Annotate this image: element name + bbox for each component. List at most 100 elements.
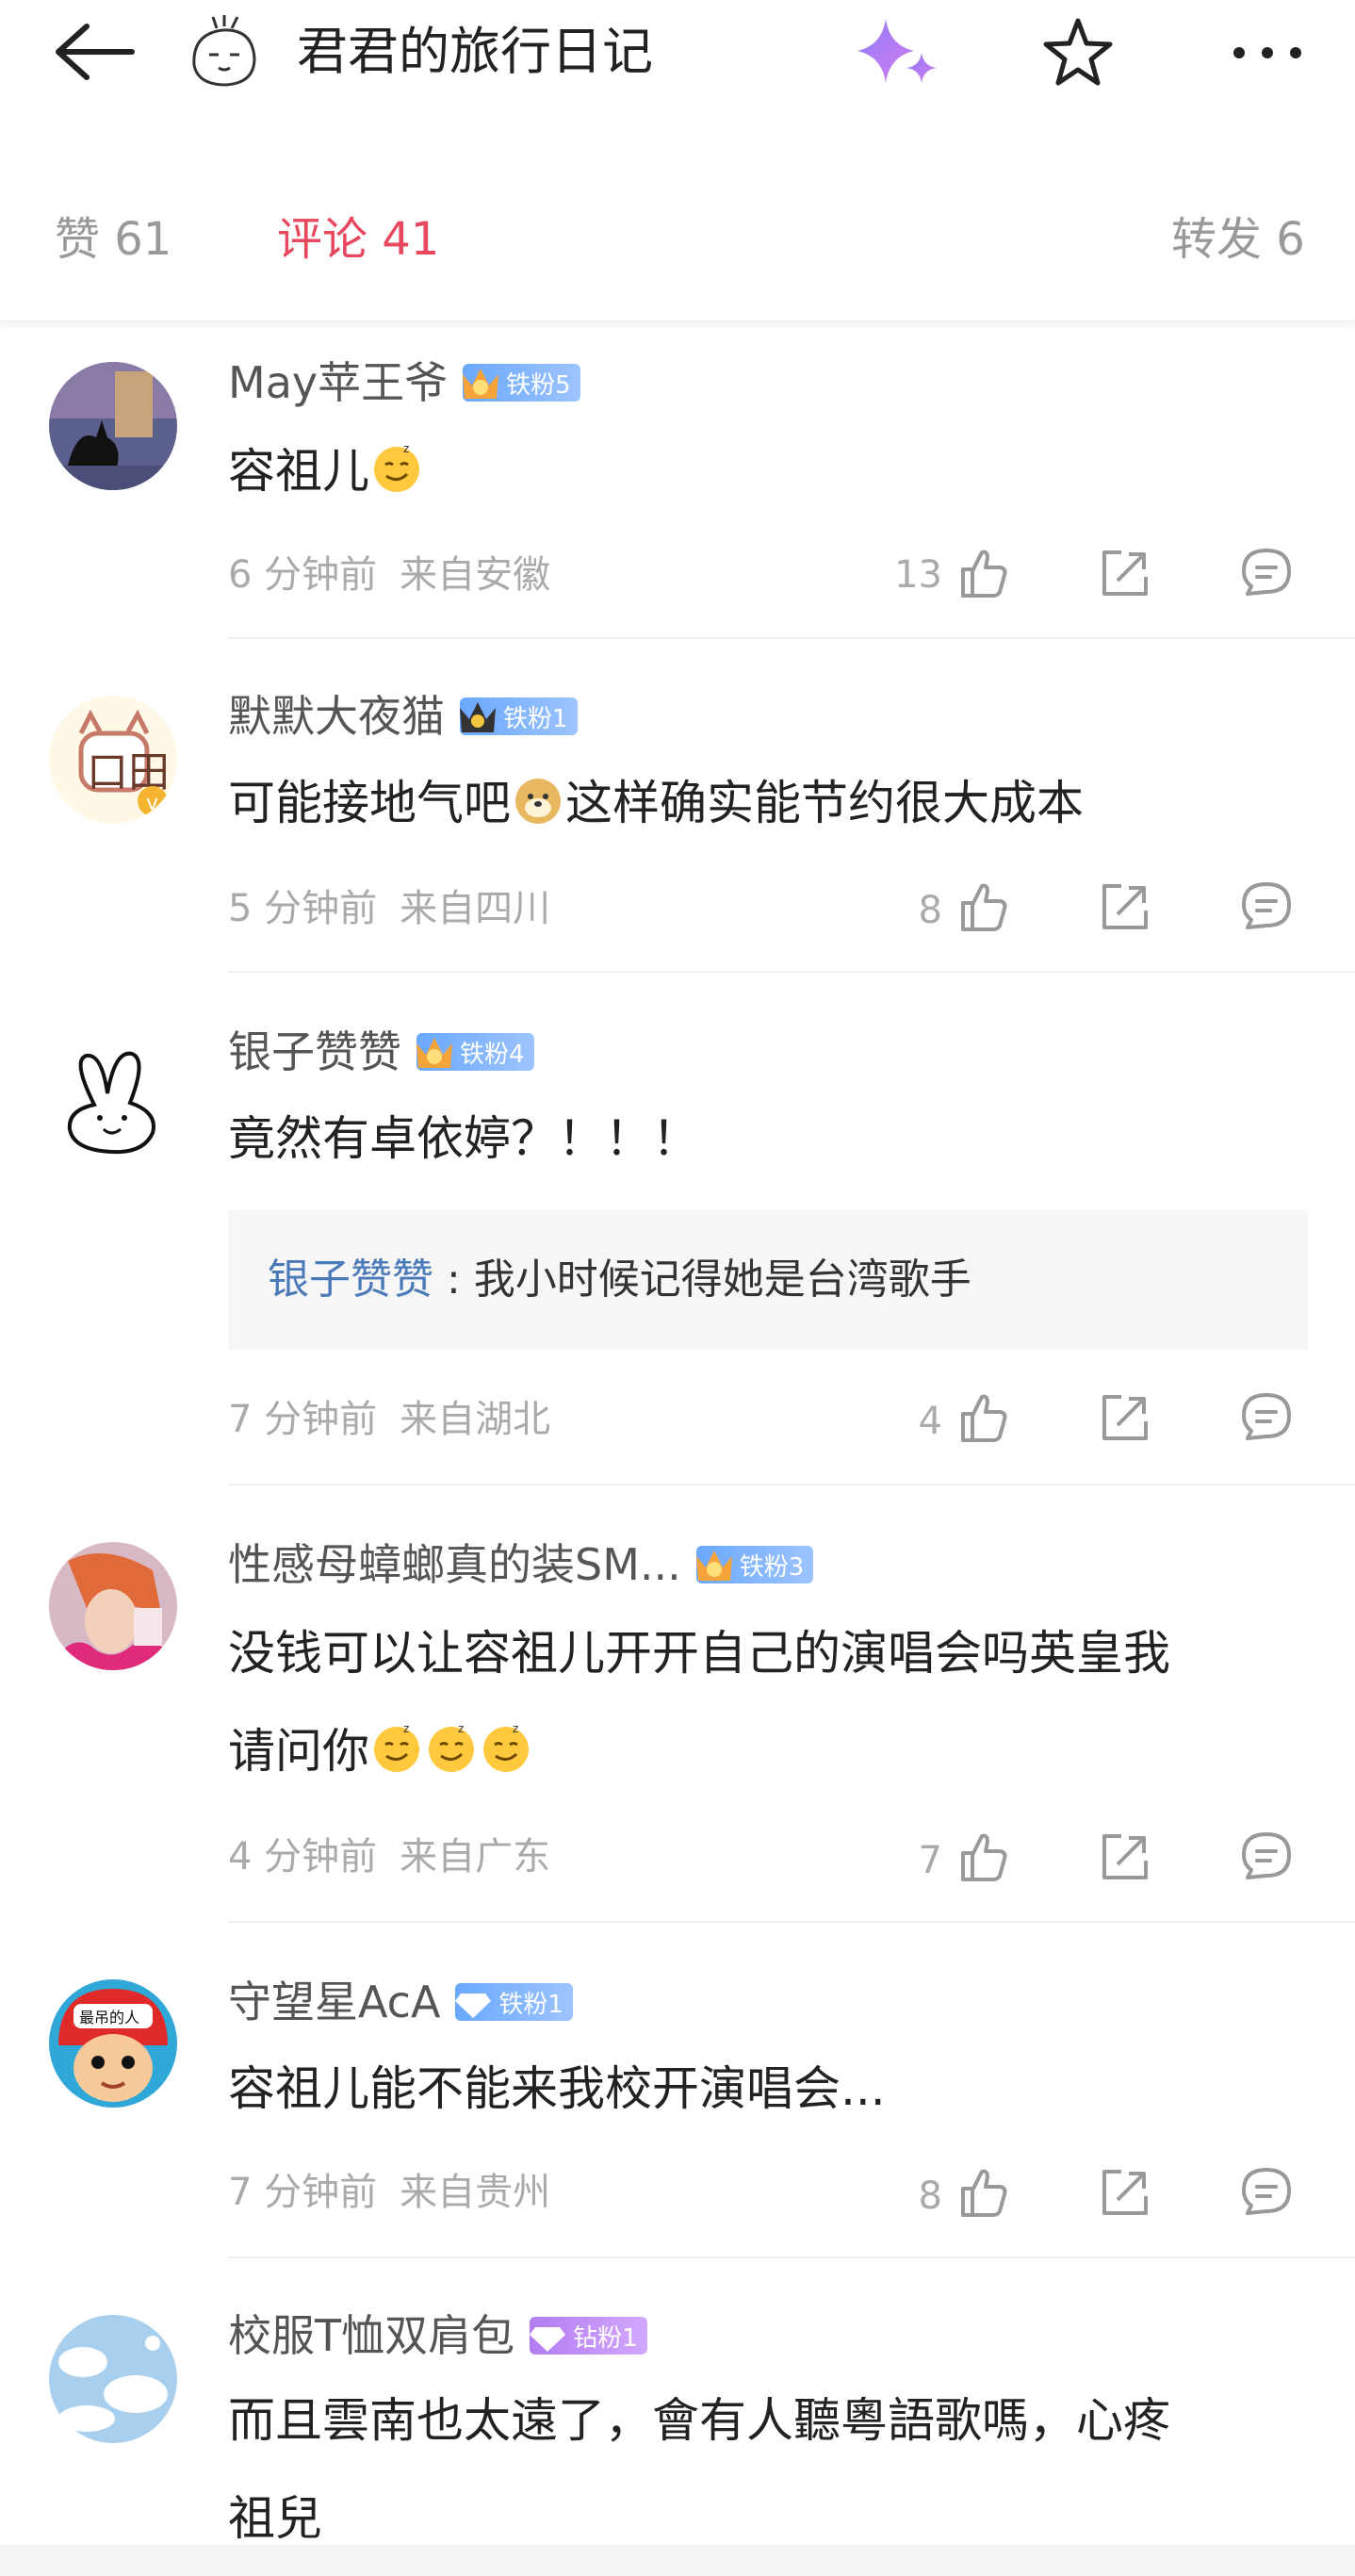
like-count: 7 [918, 1839, 942, 1882]
crown-icon [456, 695, 499, 738]
reply-preview[interactable]: 银子赞赞 : 我小时候记得她是台湾歌手 [228, 1210, 1308, 1350]
badge-label: 铁粉3 [739, 1552, 805, 1582]
avatar[interactable] [49, 1542, 177, 1670]
username[interactable]: 默默大夜猫 [228, 688, 445, 745]
reply-bubble-icon[interactable] [1238, 1389, 1295, 1446]
comment-text: 可能接地气吧 这样确实能节约很大成本 [228, 754, 1312, 852]
name-row: 默默大夜猫 铁粉1 [228, 688, 578, 745]
reply-bubble-icon[interactable] [1238, 878, 1295, 935]
comment-text-content: 这样确实能节约很大成本 [565, 776, 1084, 830]
like-count: 8 [918, 2174, 942, 2218]
tab-reposts[interactable]: 转发 6 [1171, 209, 1305, 270]
reply-bubble-icon[interactable] [1238, 2164, 1295, 2221]
more-icon[interactable] [1225, 28, 1310, 77]
comment-text-content: 容祖儿 [228, 444, 369, 499]
avatar[interactable]: 最吊的人 [49, 1979, 177, 2108]
avatar[interactable] [49, 1031, 177, 1159]
like-count: 4 [918, 1400, 942, 1443]
name-row: 银子赞赞 铁粉4 [228, 1024, 534, 1080]
tab-bar: 赞 61 评论 41 转发 6 [0, 179, 1355, 321]
comment-meta: 5 分钟前 来自四川 [228, 880, 550, 937]
fan-badge[interactable]: 铁粉4 [416, 1033, 534, 1071]
comment-text-line: 没钱可以让容祖儿开开自己的演唱会吗英皇我 [228, 1626, 1170, 1681]
comment-text: 竟然有卓依婷？！！！ [228, 1111, 699, 1166]
location: 来自四川 [400, 887, 551, 930]
comment-text: 容祖儿 [228, 422, 1312, 520]
bottom-bar [0, 2545, 1355, 2576]
tab-comments[interactable]: 评论 41 [277, 209, 439, 270]
share-icon[interactable] [1097, 878, 1153, 935]
badge-label: 铁粉1 [498, 1990, 563, 2019]
username[interactable]: 银子赞赞 [228, 1024, 401, 1080]
fan-badge[interactable]: 钻粉1 [530, 2317, 647, 2354]
badge-label: 钻粉1 [573, 2323, 638, 2353]
badge-label: 铁粉5 [506, 370, 571, 400]
username[interactable]: May苹王爷 [228, 354, 448, 411]
thumbs-up-icon[interactable] [955, 1829, 1012, 1885]
fan-badge[interactable]: 铁粉3 [693, 1543, 814, 1586]
crown-icon [459, 361, 502, 404]
reply-bubble-icon[interactable] [1238, 545, 1295, 601]
like-count: 8 [918, 889, 942, 932]
crown-icon [693, 1543, 736, 1586]
smirk-emoji-icon [479, 1720, 533, 1775]
sparkle-icon[interactable] [848, 13, 946, 92]
name-row: 校服T恤双肩包 钻粉1 [228, 2307, 647, 2364]
avatar[interactable]: 口田 v [49, 696, 177, 824]
divider [228, 1921, 1355, 1923]
badge-label: 铁粉1 [503, 704, 568, 733]
comment-text: 而且雲南也太遠了，會有人聽粵語歌嗎，心疼 祖兒 [228, 2371, 1312, 2568]
tab-likes[interactable]: 赞 61 [55, 209, 171, 270]
smirk-emoji-icon [369, 1720, 424, 1775]
divider [228, 2256, 1355, 2258]
reply-username[interactable]: 银子赞赞 [268, 1255, 433, 1304]
timestamp: 4 分钟前 [228, 1835, 378, 1879]
back-arrow-icon[interactable] [49, 19, 143, 85]
timestamp: 6 分钟前 [228, 553, 378, 597]
crown-icon [413, 1030, 456, 1074]
divider [228, 637, 1355, 639]
timestamp: 7 分钟前 [228, 1398, 378, 1441]
comment-text-line: 而且雲南也太遠了，會有人聽粵語歌嗎，心疼 [228, 2393, 1170, 2448]
share-icon[interactable] [1097, 545, 1153, 601]
comment-text-content: 可能接地气吧 [228, 776, 511, 830]
star-icon[interactable] [1038, 13, 1118, 92]
timestamp: 5 分钟前 [228, 887, 378, 930]
thumbs-up-icon[interactable] [955, 545, 1012, 601]
share-icon[interactable] [1097, 1389, 1153, 1446]
thumbs-up-icon[interactable] [955, 2164, 1012, 2221]
svg-text:最吊的人: 最吊的人 [79, 2009, 139, 2026]
thumbs-up-icon[interactable] [955, 1389, 1012, 1446]
comment-meta: 4 分钟前 来自广东 [228, 1829, 550, 1885]
comment-meta: 7 分钟前 来自贵州 [228, 2164, 550, 2221]
thumbs-up-icon[interactable] [955, 878, 1012, 935]
location: 来自贵州 [400, 2171, 551, 2214]
username[interactable]: 校服T恤双肩包 [228, 2307, 514, 2364]
comment-text-line: 请问你 [228, 1724, 369, 1779]
badge-label: 铁粉4 [460, 1040, 525, 1069]
reply-bubble-icon[interactable] [1238, 1829, 1295, 1885]
page-title: 君君的旅行日记 [297, 22, 653, 81]
avatar[interactable] [49, 362, 177, 490]
avatar[interactable] [49, 2315, 177, 2443]
comment-text: 容祖儿能不能来我校开演唱会... [228, 2061, 886, 2116]
fan-badge[interactable]: 铁粉5 [463, 364, 580, 402]
share-icon[interactable] [1097, 1829, 1153, 1885]
location: 来自广东 [400, 1835, 551, 1879]
diamond-icon [451, 1980, 495, 2024]
comment-text: 没钱可以让容祖儿开开自己的演唱会吗英皇我 请问你 [228, 1604, 1312, 1800]
profile-avatar[interactable] [185, 13, 264, 92]
svg-text:v: v [146, 792, 158, 815]
username[interactable]: 守望星AcA [228, 1974, 440, 2030]
divider [228, 971, 1355, 973]
username[interactable]: 性感母蟑螂真的装SM... [228, 1536, 681, 1593]
comment-meta: 6 分钟前 来自安徽 [228, 547, 550, 603]
smirk-emoji-icon [369, 440, 424, 495]
share-icon[interactable] [1097, 2164, 1153, 2221]
smirk-emoji-icon [424, 1720, 479, 1775]
fan-badge[interactable]: 铁粉1 [455, 1983, 573, 2021]
fan-badge[interactable]: 铁粉1 [460, 697, 578, 735]
top-bar: 君君的旅行日记 [0, 0, 1355, 104]
like-count: 13 [894, 553, 942, 597]
location: 来自安徽 [400, 553, 551, 597]
